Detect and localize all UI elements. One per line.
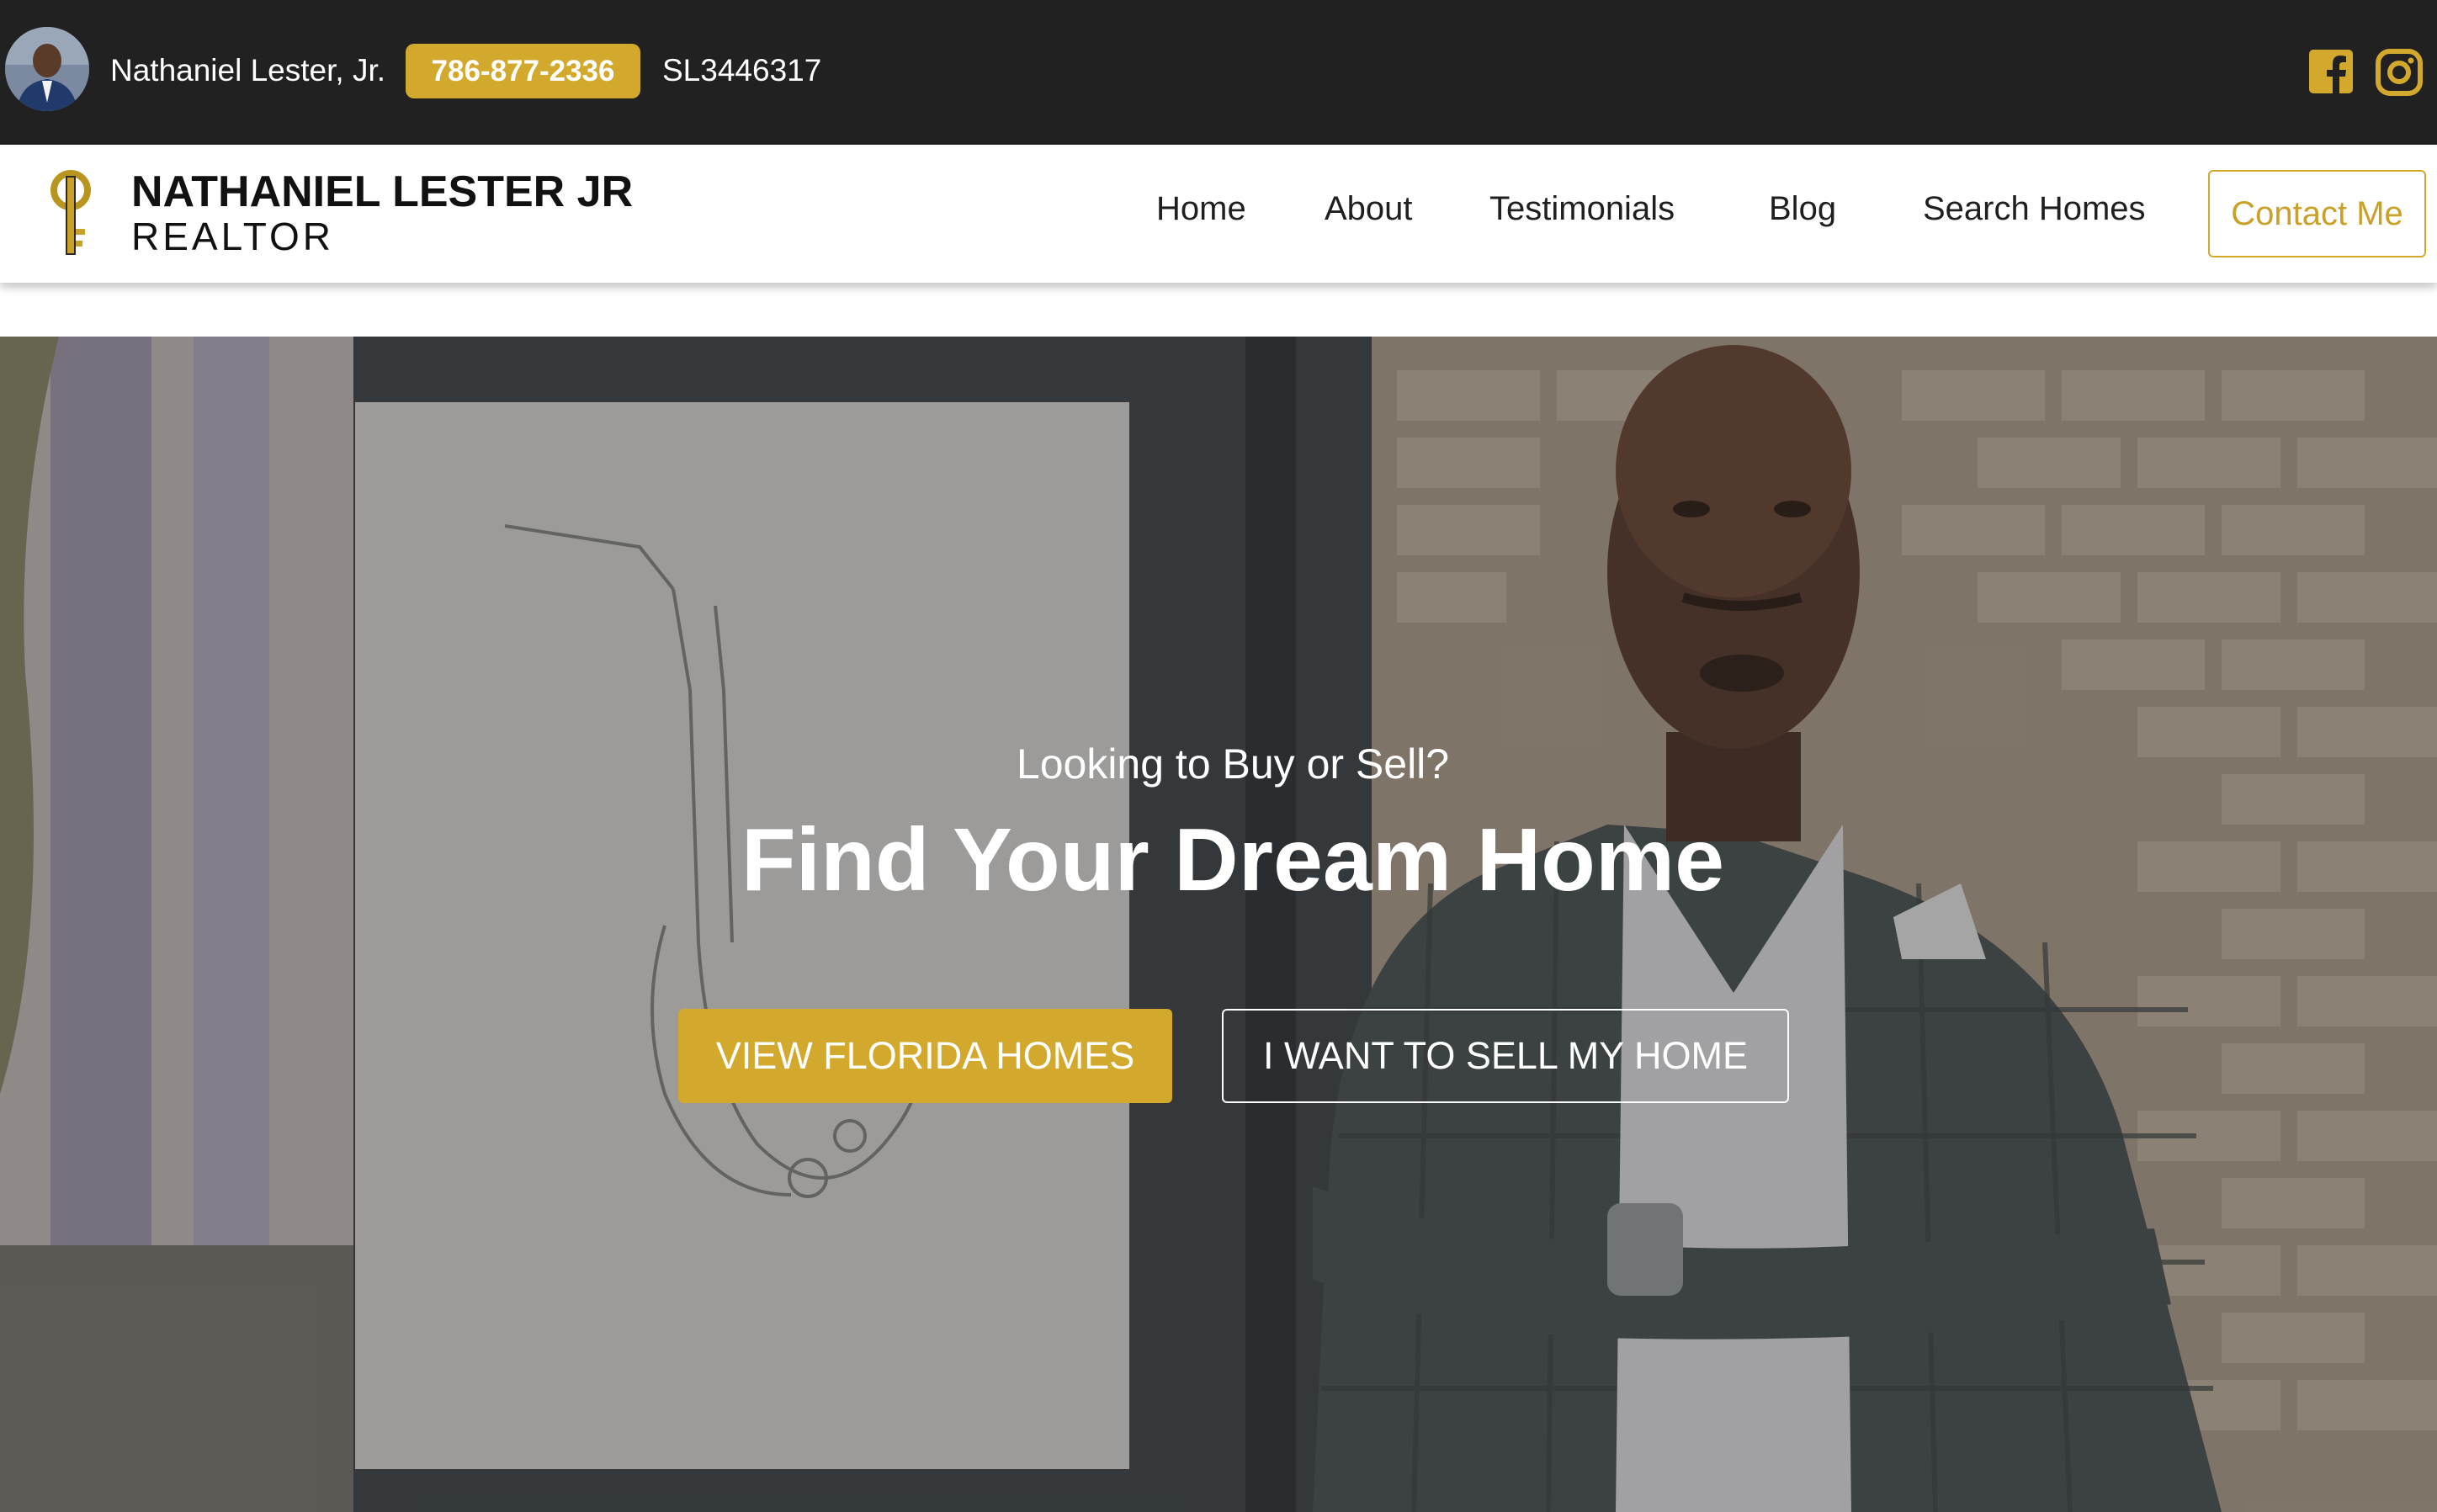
nav-search-homes[interactable]: Search Homes [1923,188,2146,229]
facebook-icon[interactable] [2307,48,2355,95]
contact-me-button[interactable]: Contact Me [2208,170,2426,257]
hero-title: Find Your Dream Home [741,810,1725,910]
nav-about[interactable]: About [1325,188,1413,229]
instagram-icon[interactable] [2375,48,2424,97]
sell-my-home-button[interactable]: I WANT TO SELL MY HOME [1222,1009,1789,1103]
phone-button[interactable]: 786-877-2336 [406,44,640,98]
main-navbar: NATHANIEL LESTER JR REALTOR Home About T… [0,145,2437,283]
view-florida-homes-button[interactable]: VIEW FLORIDA HOMES [678,1009,1172,1103]
agent-avatar [5,27,89,111]
top-bar: Nathaniel Lester, Jr. 786-877-2336 SL344… [0,0,2437,145]
hero-section: Looking to Buy or Sell? Find Your Dream … [0,337,2437,1512]
key-logo-icon[interactable] [44,170,98,261]
logo-subtitle: REALTOR [131,215,335,258]
logo-name: NATHANIEL LESTER JR [131,167,634,216]
hero-dark-overlay [0,337,2437,1512]
nav-home[interactable]: Home [1156,188,1246,229]
license-number: SL3446317 [662,53,822,88]
agent-name: Nathaniel Lester, Jr. [110,53,386,88]
nav-testimonials[interactable]: Testimonials [1489,188,1675,229]
hero-kicker: Looking to Buy or Sell? [1016,740,1450,788]
nav-blog[interactable]: Blog [1769,188,1836,229]
